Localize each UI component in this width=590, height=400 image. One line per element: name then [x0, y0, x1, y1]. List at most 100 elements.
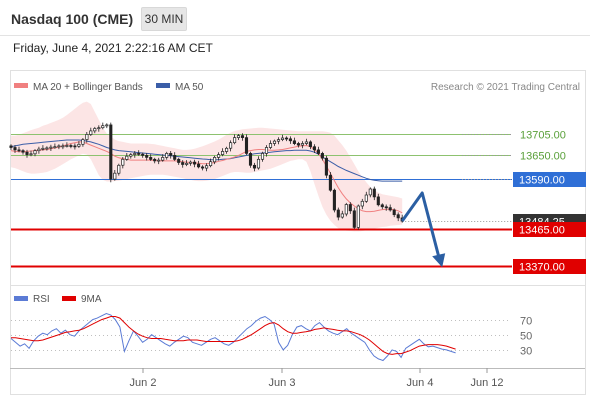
- legend-label-ma50: MA 50: [175, 82, 204, 93]
- candle-body: [240, 135, 245, 138]
- candle-body: [173, 155, 177, 160]
- candle-body: [209, 161, 213, 167]
- candle-body: [304, 141, 308, 144]
- candle-body: [384, 206, 388, 209]
- candle-body: [61, 145, 65, 148]
- candle-body: [268, 143, 273, 148]
- level-label-2: 13590.00: [519, 175, 565, 187]
- candle-body: [153, 158, 157, 162]
- candle-body: [225, 147, 229, 152]
- candle-body: [181, 162, 185, 165]
- candle-body: [57, 145, 61, 148]
- x-tick-label-1: Jun 3: [269, 377, 296, 389]
- candle-body: [236, 135, 241, 138]
- rsi-ma9-line: [11, 316, 456, 355]
- candle-body: [141, 153, 145, 156]
- rsi-tick-label-2: 30: [520, 346, 532, 358]
- candle-body: [13, 147, 17, 151]
- candle-body: [205, 165, 209, 169]
- candle-body: [105, 124, 109, 127]
- candle-body: [356, 205, 360, 228]
- candle-body: [296, 143, 300, 146]
- candle-body: [145, 155, 149, 158]
- candle-body: [276, 139, 281, 142]
- candle-body: [320, 153, 324, 159]
- candle-body: [161, 157, 165, 161]
- candle-body: [125, 155, 129, 160]
- candle-body: [272, 140, 277, 144]
- price-pane: 13705.0013650.0013590.0013484.2513465.00…: [9, 101, 586, 274]
- candle-body: [368, 188, 372, 196]
- candle-body: [244, 137, 249, 154]
- candle-body: [69, 145, 73, 147]
- candle-body: [65, 145, 69, 147]
- candle-body: [197, 163, 201, 168]
- candle-body: [41, 147, 45, 150]
- candle-body: [388, 207, 392, 211]
- rsi-pane: 70 50 30: [10, 312, 532, 362]
- candle-body: [348, 204, 352, 212]
- candle-body: [89, 130, 93, 135]
- candle-body: [376, 196, 380, 206]
- candle-body: [193, 161, 197, 165]
- candle-body: [256, 158, 261, 169]
- candle-body: [260, 153, 265, 160]
- candle-body: [380, 204, 384, 208]
- candle-body: [372, 188, 376, 198]
- rsi-tick-label-0: 70: [520, 316, 532, 328]
- candle-body: [77, 143, 81, 147]
- level-label-4: 13465.00: [519, 225, 565, 237]
- candle-body: [332, 189, 336, 211]
- candle-body: [165, 153, 169, 158]
- level-label-1: 13650.00: [520, 151, 566, 163]
- rsi-legend-swatch: [14, 296, 28, 301]
- candle-body: [312, 146, 316, 151]
- rsi-tick-label-1: 50: [520, 331, 532, 343]
- candle-body: [328, 174, 332, 191]
- candle-body: [129, 154, 133, 157]
- candle-body: [396, 214, 400, 219]
- candle-body: [97, 127, 101, 130]
- candle-body: [316, 149, 320, 154]
- candle-body: [324, 157, 328, 176]
- candle-body: [308, 141, 312, 147]
- candle-body: [25, 151, 29, 155]
- candle-body: [233, 137, 237, 144]
- candle-body: [29, 153, 33, 156]
- chart-area: MA 20 + Bollinger Bands MA 50 Research ©…: [0, 0, 590, 400]
- candle-body: [252, 164, 257, 169]
- candle-body: [21, 150, 25, 153]
- candle-body: [53, 146, 57, 149]
- candle-body: [248, 153, 253, 166]
- candle-body: [364, 194, 368, 202]
- x-tick-label-2: Jun 4: [407, 377, 434, 389]
- candle-body: [33, 150, 37, 155]
- candle-body: [352, 210, 356, 228]
- candle-body: [37, 148, 41, 152]
- level-label-5: 13370.00: [519, 262, 565, 274]
- candle-body: [217, 154, 221, 158]
- candle-body: [264, 147, 269, 154]
- candle-body: [81, 139, 85, 145]
- candle-body: [201, 166, 205, 169]
- ma9-legend-swatch: [62, 296, 76, 301]
- forecast-arrowhead: [432, 253, 446, 268]
- x-tick-label-0: Jun 2: [130, 377, 157, 389]
- candle-body: [169, 153, 173, 156]
- forecast-arrow: [400, 191, 442, 263]
- candle-body: [189, 161, 193, 164]
- candle-body: [149, 157, 153, 160]
- price-legend: MA 20 + Bollinger Bands MA 50: [14, 82, 204, 93]
- candle-body: [49, 146, 53, 149]
- candle-body: [109, 124, 113, 180]
- candle-body: [221, 151, 225, 155]
- candle-body: [157, 159, 161, 162]
- candle-body: [344, 204, 348, 215]
- candle-body: [340, 213, 344, 218]
- level-label-0: 13705.00: [520, 130, 566, 142]
- candle-body: [229, 142, 233, 149]
- rsi-legend: RSI 9MA: [14, 294, 102, 305]
- candle-body: [292, 140, 296, 144]
- candle-body: [117, 164, 121, 174]
- legend-label-ma20: MA 20 + Bollinger Bands: [33, 82, 143, 93]
